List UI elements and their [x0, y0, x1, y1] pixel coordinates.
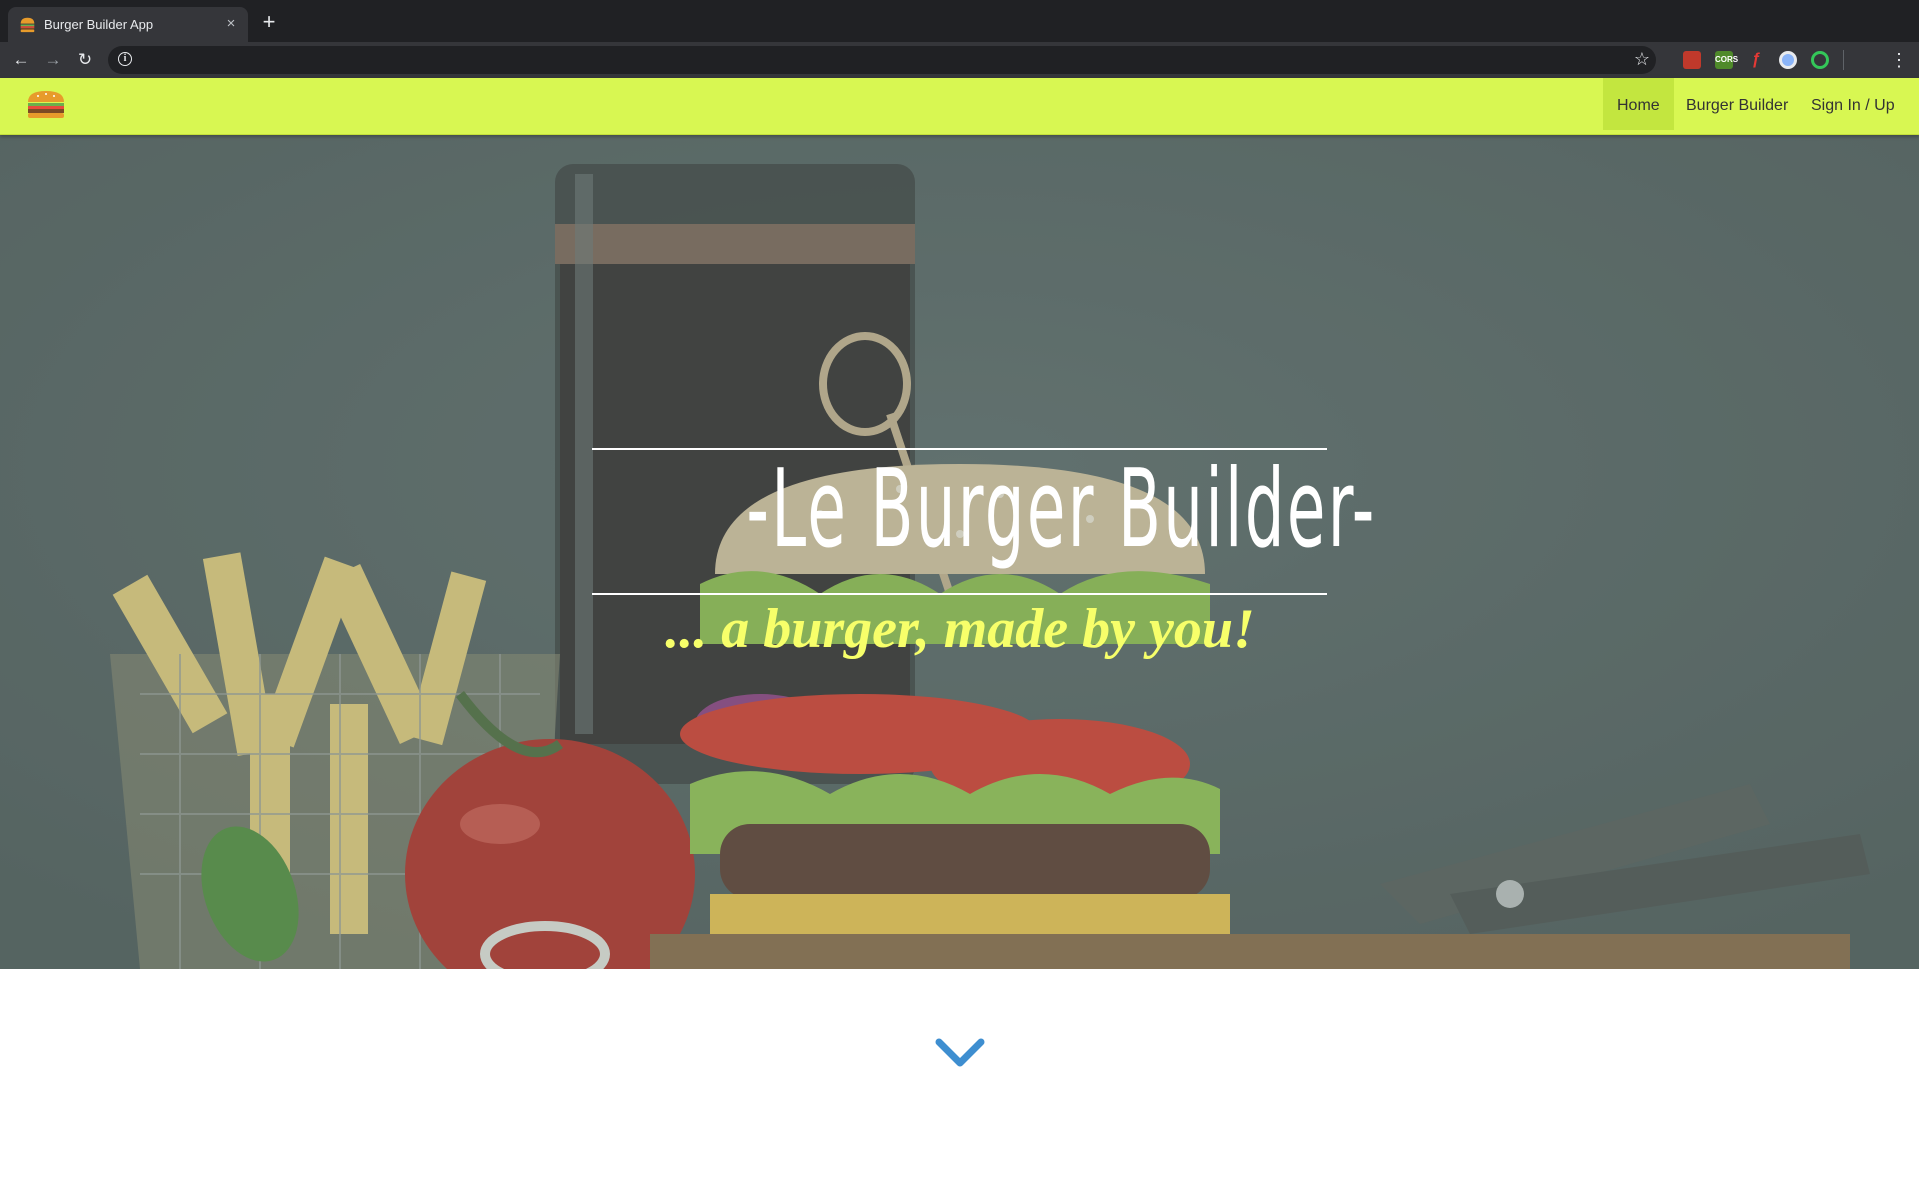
nav-home[interactable]: Home: [1603, 78, 1674, 134]
forward-button[interactable]: →: [41, 48, 65, 72]
tab-close-icon[interactable]: ×: [222, 15, 240, 33]
bookmark-star-icon[interactable]: ☆: [1634, 49, 1650, 70]
chevron-down-icon[interactable]: [935, 1036, 985, 1072]
tab-title: Burger Builder App: [44, 17, 154, 32]
back-button[interactable]: ←: [9, 48, 33, 72]
burger-favicon-icon: [20, 17, 35, 33]
browser-toolbar: ← → ↻ i ☆ CORS ƒ ⋮: [0, 42, 1919, 78]
info-icon[interactable]: i: [118, 52, 132, 66]
cors-extension-icon[interactable]: CORS: [1715, 51, 1738, 69]
nav-burger-builder[interactable]: Burger Builder: [1672, 78, 1802, 130]
blue-extension-icon[interactable]: [1779, 51, 1797, 69]
toolbar-divider: [1843, 50, 1844, 70]
reload-button[interactable]: ↻: [73, 48, 97, 72]
new-tab-button[interactable]: +: [258, 11, 280, 34]
browser-menu-icon[interactable]: ⋮: [1890, 48, 1908, 72]
hero-title: -Le Burger Builder-: [746, 447, 1377, 572]
browser-tab[interactable]: Burger Builder App ×: [8, 7, 248, 42]
site-navbar: Home Burger Builder Sign In / Up: [0, 78, 1919, 135]
nav-sign-in-up[interactable]: Sign In / Up: [1797, 78, 1909, 130]
title-bottom-rule: [592, 593, 1327, 595]
browser-tab-strip: Burger Builder App × +: [0, 0, 1919, 42]
green-target-extension-icon[interactable]: [1811, 51, 1829, 69]
burger-logo-icon[interactable]: [26, 90, 66, 120]
hero-section: -Le Burger Builder- ... a burger, made b…: [0, 134, 1919, 969]
flash-extension-icon[interactable]: ƒ: [1747, 51, 1765, 69]
red-extension-icon[interactable]: [1683, 51, 1701, 69]
hero-tagline: ... a burger, made by you!: [665, 598, 1255, 660]
address-bar[interactable]: i ☆: [108, 46, 1656, 74]
